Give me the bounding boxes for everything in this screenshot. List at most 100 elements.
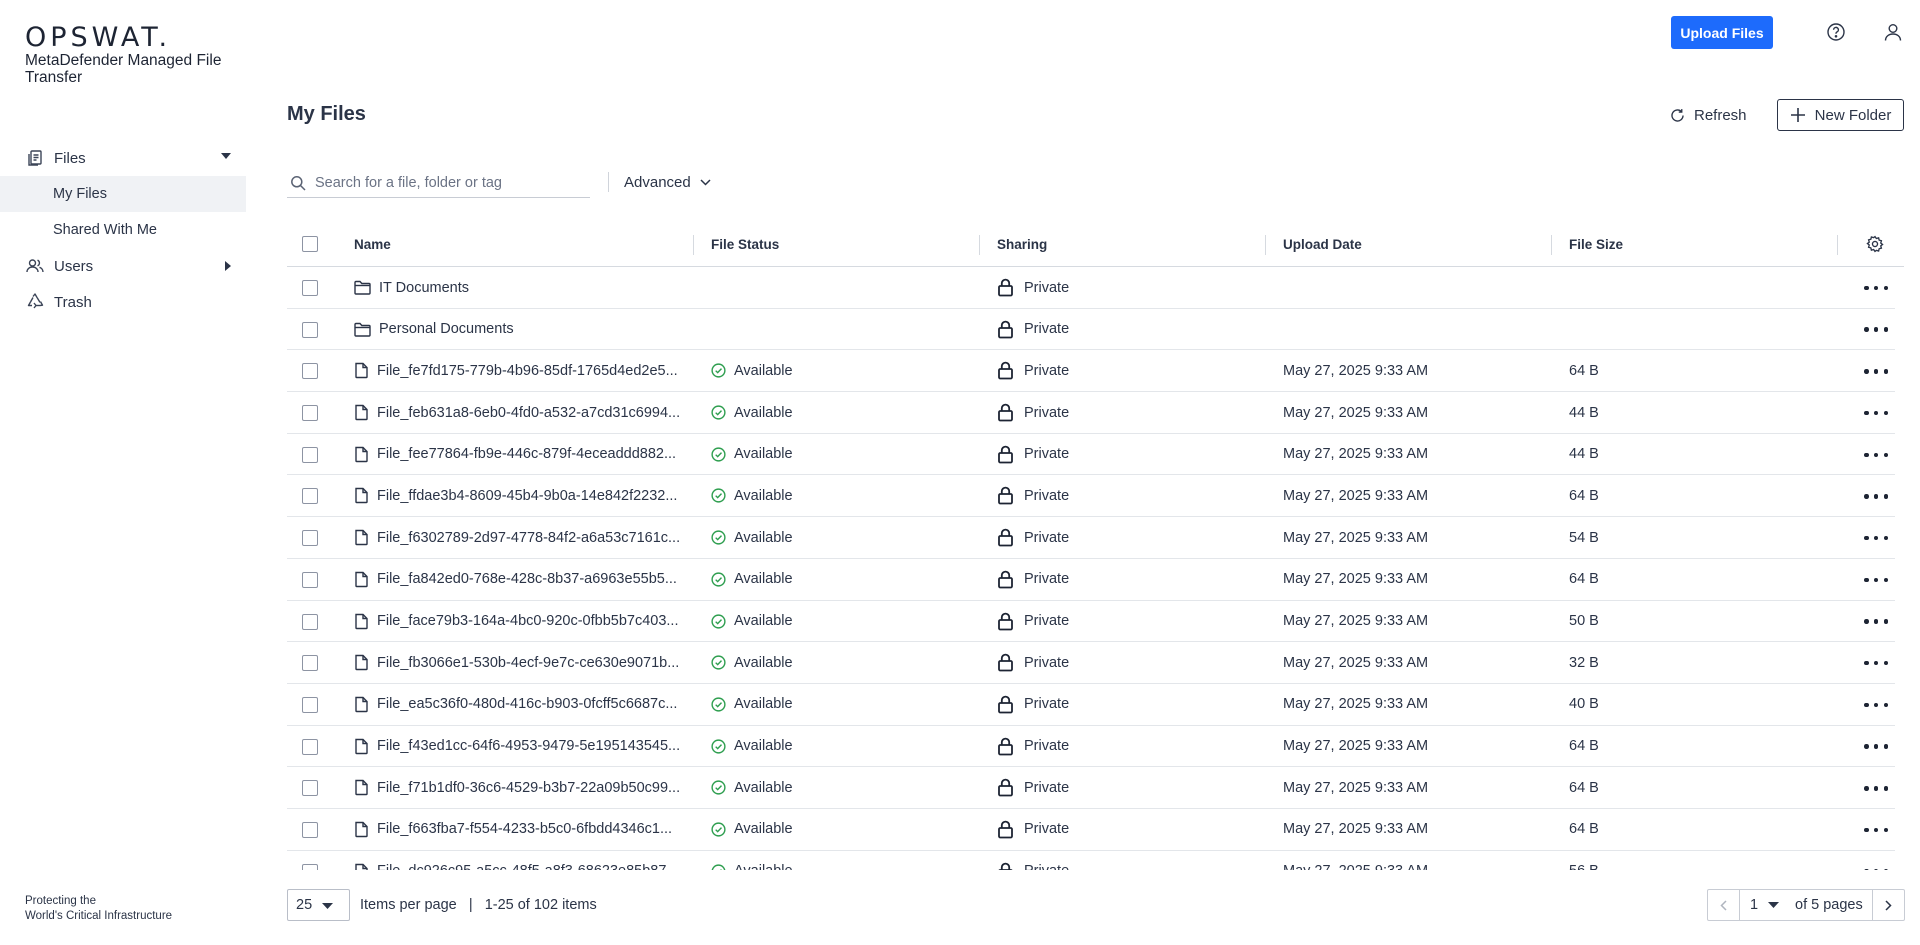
row-checkbox[interactable]	[302, 363, 318, 380]
column-header-name[interactable]: Name	[354, 222, 391, 267]
sidebar-item-my-files[interactable]: My Files	[0, 176, 246, 212]
item-name[interactable]: File_fe7fd175-779b-4b96-85df-1765d4ed2e5…	[377, 363, 678, 379]
sidebar-item-users[interactable]: Users	[0, 248, 246, 284]
item-name[interactable]: File_ea5c36f0-480d-416c-b903-0fcff5c6687…	[377, 696, 677, 712]
column-header-file-status[interactable]: File Status	[711, 222, 779, 267]
table-row[interactable]: File_f71b1df0-36c6-4529-b3b7-22a09b50c99…	[287, 767, 1895, 809]
more-actions-icon[interactable]	[1864, 779, 1888, 797]
column-resizer[interactable]	[1265, 235, 1266, 255]
table-row[interactable]: Personal Documents Private	[287, 309, 1895, 351]
more-actions-icon[interactable]	[1864, 362, 1888, 380]
table-row[interactable]: File_f6302789-2d97-4778-84f2-a6a53c7161c…	[287, 517, 1895, 559]
help-icon[interactable]	[1826, 22, 1846, 42]
item-name[interactable]: File_ffdae3b4-8609-45b4-9b0a-14e842f2232…	[377, 488, 677, 504]
row-checkbox[interactable]	[302, 655, 318, 672]
more-actions-icon[interactable]	[1864, 738, 1888, 756]
table-row[interactable]: File_f663fba7-f554-4233-b5c0-6fbdd4346c1…	[287, 809, 1895, 851]
table-row[interactable]: File_fa842ed0-768e-428c-8b37-a6963e55b5.…	[287, 559, 1895, 601]
row-checkbox[interactable]	[302, 446, 318, 463]
item-name[interactable]: File_feb631a8-6eb0-4fd0-a532-a7cd31c6994…	[377, 405, 680, 421]
table-row[interactable]: File_ffdae3b4-8609-45b4-9b0a-14e842f2232…	[287, 475, 1895, 518]
row-checkbox[interactable]	[302, 738, 318, 755]
row-checkbox[interactable]	[302, 321, 318, 338]
caret-down-icon[interactable]	[220, 152, 232, 160]
item-name[interactable]: File_fb3066e1-530b-4ecf-9e7c-ce630e9071b…	[377, 655, 679, 671]
item-name[interactable]: File_f71b1df0-36c6-4529-b3b7-22a09b50c99…	[377, 780, 680, 796]
name-cell[interactable]: File_face79b3-164a-4bc0-920c-0fbb5b7c403…	[354, 601, 679, 642]
column-resizer[interactable]	[1551, 235, 1552, 255]
table-row[interactable]: File_face79b3-164a-4bc0-920c-0fbb5b7c403…	[287, 601, 1895, 643]
row-checkbox[interactable]	[302, 613, 318, 630]
next-page-button[interactable]	[1872, 890, 1904, 920]
item-name[interactable]: File_f663fba7-f554-4233-b5c0-6fbdd4346c1…	[377, 821, 672, 837]
name-cell[interactable]: File_f663fba7-f554-4233-b5c0-6fbdd4346c1…	[354, 809, 672, 850]
more-actions-icon[interactable]	[1864, 279, 1888, 297]
more-actions-icon[interactable]	[1864, 571, 1888, 589]
advanced-filter-button[interactable]: Advanced	[624, 170, 711, 194]
table-row[interactable]: File_fe7fd175-779b-4b96-85df-1765d4ed2e5…	[287, 350, 1895, 393]
more-actions-icon[interactable]	[1864, 529, 1888, 547]
more-actions-icon[interactable]	[1864, 654, 1888, 672]
search-input[interactable]	[315, 174, 575, 191]
name-cell[interactable]: File_ffdae3b4-8609-45b4-9b0a-14e842f2232…	[354, 475, 677, 516]
name-cell[interactable]: File_fe7fd175-779b-4b96-85df-1765d4ed2e5…	[354, 350, 678, 391]
upload-files-button[interactable]: Upload Files	[1671, 16, 1773, 49]
sidebar-item-shared-with-me[interactable]: Shared With Me	[0, 212, 246, 248]
row-checkbox[interactable]	[302, 696, 318, 713]
new-folder-button[interactable]: New Folder	[1777, 99, 1904, 131]
name-cell[interactable]: File_fa842ed0-768e-428c-8b37-a6963e55b5.…	[354, 559, 677, 600]
table-row[interactable]: File_fee77864-fb9e-446c-879f-4eceaddd882…	[287, 434, 1895, 476]
more-actions-icon[interactable]	[1864, 613, 1888, 631]
name-cell[interactable]: File_f43ed1cc-64f6-4953-9479-5e195143545…	[354, 726, 680, 767]
user-account-icon[interactable]	[1883, 22, 1903, 42]
row-checkbox[interactable]	[302, 821, 318, 838]
item-name[interactable]: Personal Documents	[379, 321, 514, 337]
item-name[interactable]: File_dc926c95-a5cc-48f5-a8f3-68623e85b87…	[377, 863, 679, 870]
page-select[interactable]: 1	[1740, 897, 1788, 913]
sidebar-item-files[interactable]: Files	[0, 140, 246, 176]
name-cell[interactable]: File_f6302789-2d97-4778-84f2-a6a53c7161c…	[354, 517, 680, 558]
more-actions-icon[interactable]	[1864, 487, 1888, 505]
name-cell[interactable]: File_fee77864-fb9e-446c-879f-4eceaddd882…	[354, 434, 676, 475]
column-resizer[interactable]	[693, 235, 694, 255]
table-row[interactable]: File_fb3066e1-530b-4ecf-9e7c-ce630e9071b…	[287, 642, 1895, 684]
row-checkbox[interactable]	[302, 780, 318, 797]
item-name[interactable]: File_face79b3-164a-4bc0-920c-0fbb5b7c403…	[377, 613, 679, 629]
column-header-file-size[interactable]: File Size	[1569, 222, 1623, 267]
previous-page-button[interactable]	[1708, 890, 1740, 920]
items-per-page-select[interactable]: 25	[287, 889, 350, 921]
row-checkbox[interactable]	[302, 488, 318, 505]
item-name[interactable]: File_f6302789-2d97-4778-84f2-a6a53c7161c…	[377, 530, 680, 546]
row-checkbox[interactable]	[302, 280, 318, 296]
column-header-upload-date[interactable]: Upload Date	[1283, 222, 1362, 267]
more-actions-icon[interactable]	[1864, 696, 1888, 714]
table-row[interactable]: File_dc926c95-a5cc-48f5-a8f3-68623e85b87…	[287, 851, 1895, 870]
name-cell[interactable]: Personal Documents	[354, 309, 514, 350]
more-actions-icon[interactable]	[1864, 446, 1888, 464]
name-cell[interactable]: File_f71b1df0-36c6-4529-b3b7-22a09b50c99…	[354, 767, 680, 808]
name-cell[interactable]: File_dc926c95-a5cc-48f5-a8f3-68623e85b87…	[354, 851, 679, 870]
caret-right-icon[interactable]	[224, 260, 232, 272]
row-checkbox[interactable]	[302, 405, 318, 422]
row-checkbox[interactable]	[302, 863, 318, 870]
table-row[interactable]: File_ea5c36f0-480d-416c-b903-0fcff5c6687…	[287, 684, 1895, 726]
name-cell[interactable]: File_fb3066e1-530b-4ecf-9e7c-ce630e9071b…	[354, 642, 679, 683]
name-cell[interactable]: File_feb631a8-6eb0-4fd0-a532-a7cd31c6994…	[354, 392, 680, 433]
column-resizer[interactable]	[1837, 235, 1838, 255]
item-name[interactable]: File_fee77864-fb9e-446c-879f-4eceaddd882…	[377, 446, 676, 462]
name-cell[interactable]: IT Documents	[354, 267, 469, 308]
sidebar-item-trash[interactable]: Trash	[0, 284, 246, 320]
more-actions-icon[interactable]	[1864, 321, 1888, 339]
gear-icon[interactable]	[1866, 235, 1884, 253]
item-name[interactable]: File_fa842ed0-768e-428c-8b37-a6963e55b5.…	[377, 571, 677, 587]
column-header-sharing[interactable]: Sharing	[997, 222, 1047, 267]
more-actions-icon[interactable]	[1864, 404, 1888, 422]
row-checkbox[interactable]	[302, 571, 318, 588]
item-name[interactable]: IT Documents	[379, 280, 469, 296]
select-all-checkbox[interactable]	[302, 236, 318, 252]
more-actions-icon[interactable]	[1864, 821, 1888, 839]
name-cell[interactable]: File_ea5c36f0-480d-416c-b903-0fcff5c6687…	[354, 684, 677, 725]
column-resizer[interactable]	[979, 235, 980, 255]
refresh-button[interactable]: Refresh	[1669, 100, 1747, 130]
table-row[interactable]: IT Documents Private	[287, 267, 1895, 309]
